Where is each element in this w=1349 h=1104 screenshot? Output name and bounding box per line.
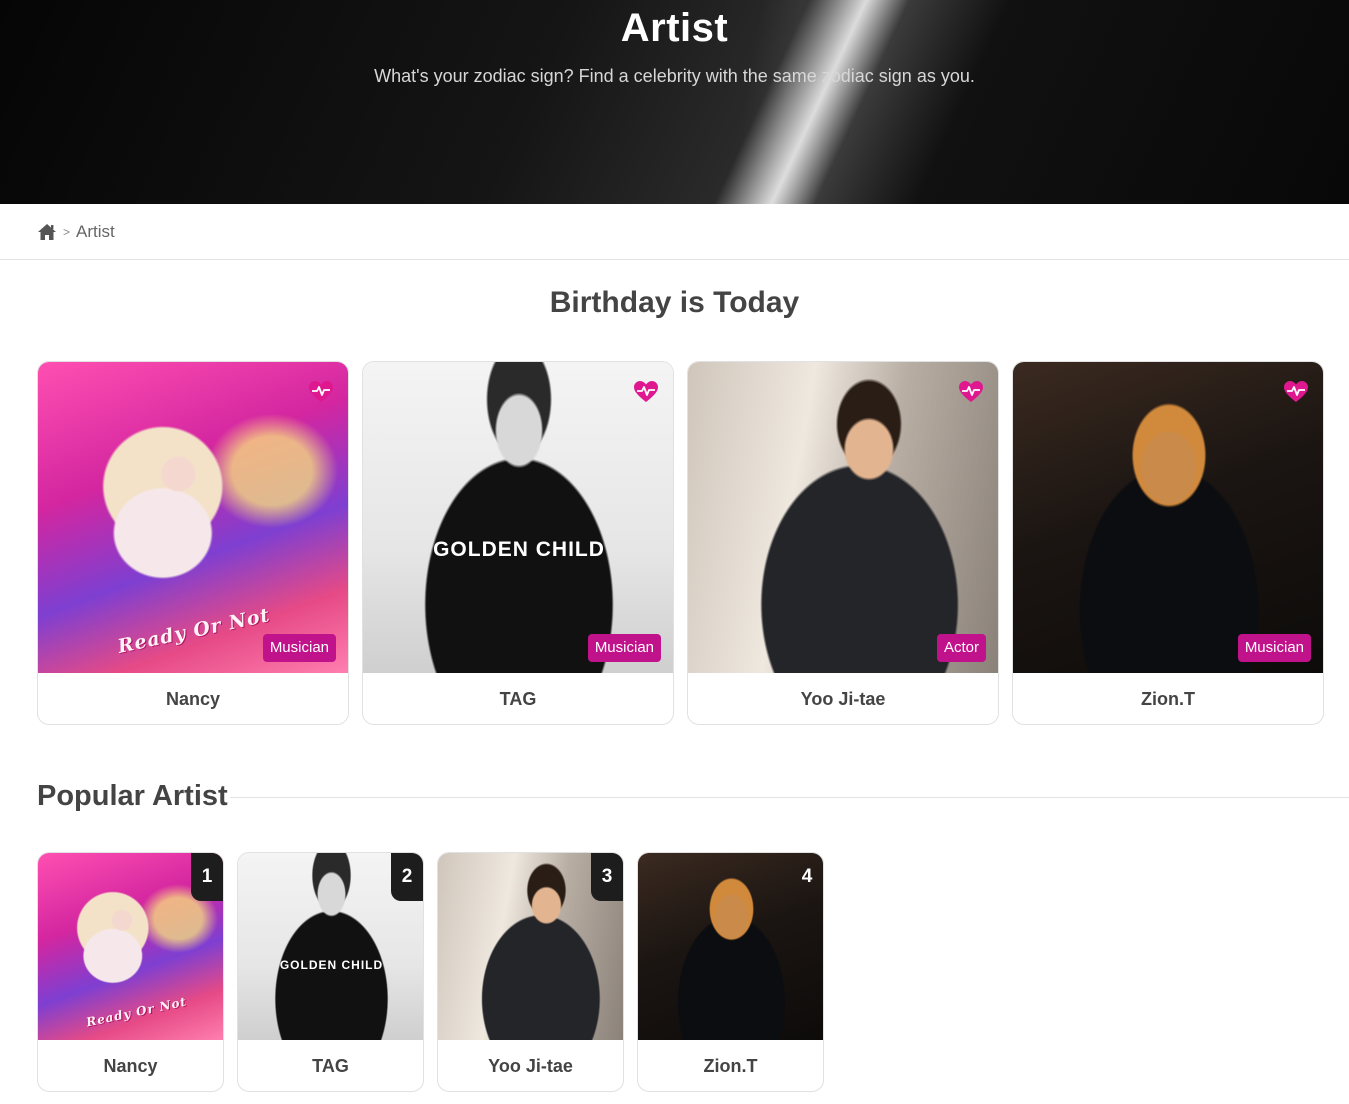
category-badge: Musician: [587, 634, 661, 662]
category-badge: Actor: [936, 634, 986, 662]
page-subtitle: What's your zodiac sign? Find a celebrit…: [374, 66, 975, 86]
artist-name[interactable]: Zion.T: [1013, 673, 1323, 724]
popular-artist-card[interactable]: GOLDEN CHILD 2 TAG: [237, 852, 424, 1092]
artist-name[interactable]: TAG: [363, 673, 673, 724]
artist-card[interactable]: Musician Zion.T: [1012, 361, 1324, 725]
popular-artist-card[interactable]: Ready Or Not 1 Nancy: [37, 852, 224, 1092]
section-divider: [230, 797, 1349, 798]
category-badge: Musician: [1237, 634, 1311, 662]
artist-photo[interactable]: [688, 362, 998, 673]
artist-card[interactable]: Actor Yoo Ji-tae: [687, 361, 999, 725]
photo-caption: Ready Or Not: [115, 604, 273, 658]
photo-caption: Ready Or Not: [84, 994, 189, 1030]
rank-badge: 4: [801, 866, 813, 887]
artist-name[interactable]: Nancy: [38, 673, 348, 724]
home-icon[interactable]: [37, 223, 57, 241]
artist-name[interactable]: TAG: [238, 1040, 423, 1091]
breadcrumb: > Artist: [0, 204, 1349, 260]
heart-pulse-icon[interactable]: [958, 380, 984, 404]
rank-badge: 3: [591, 853, 623, 901]
rank-badge: 1: [191, 853, 223, 901]
popular-artist-card[interactable]: 4 Zion.T: [637, 852, 824, 1092]
popular-section-title: Popular Artist: [37, 780, 228, 812]
birthday-card-list: Ready Or Not Musician Nancy GOLDEN CHILD…: [37, 361, 1327, 725]
birthday-section-title: Birthday is Today: [549, 286, 800, 319]
page-title: Artist: [620, 6, 729, 50]
heart-pulse-icon[interactable]: [308, 380, 334, 404]
artist-name[interactable]: Yoo Ji-tae: [688, 673, 998, 724]
artist-card[interactable]: GOLDEN CHILD Musician TAG: [362, 361, 674, 725]
artist-card[interactable]: Ready Or Not Musician Nancy: [37, 361, 349, 725]
category-badge: Musician: [262, 634, 336, 662]
rank-badge: 2: [391, 853, 423, 901]
artist-name[interactable]: Nancy: [38, 1040, 223, 1091]
popular-artist-card[interactable]: 3 Yoo Ji-tae: [437, 852, 624, 1092]
hero-banner: Artist What's your zodiac sign? Find a c…: [0, 0, 1349, 204]
heart-pulse-icon[interactable]: [633, 380, 659, 404]
artist-photo[interactable]: Ready Or Not: [38, 362, 348, 673]
breadcrumb-current[interactable]: Artist: [76, 222, 115, 242]
heart-pulse-icon[interactable]: [1283, 380, 1309, 404]
breadcrumb-separator: >: [63, 224, 71, 239]
photo-caption: GOLDEN CHILD: [279, 958, 384, 972]
artist-name[interactable]: Zion.T: [638, 1040, 823, 1091]
popular-card-list: Ready Or Not 1 Nancy GOLDEN CHILD 2 TAG …: [37, 852, 827, 1092]
photo-caption: GOLDEN CHILD: [433, 538, 605, 561]
artist-photo[interactable]: GOLDEN CHILD: [363, 362, 673, 673]
artist-photo[interactable]: [1013, 362, 1323, 673]
artist-name[interactable]: Yoo Ji-tae: [438, 1040, 623, 1091]
